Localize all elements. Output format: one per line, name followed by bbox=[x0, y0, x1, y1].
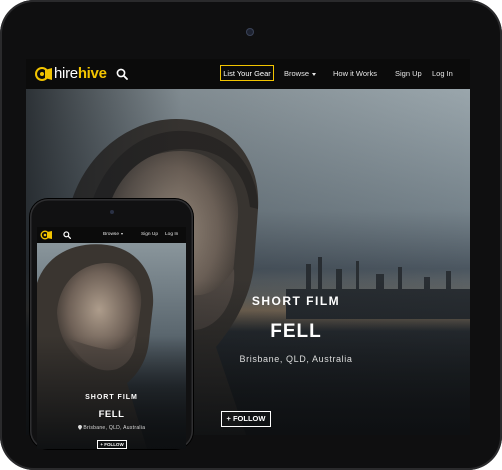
phone-hero-location-text: Brisbane, QLD, Australia bbox=[83, 425, 146, 431]
brand-hive: hive bbox=[77, 65, 107, 82]
phone-nav-browse-label: Browse bbox=[103, 232, 119, 237]
nav-browse-label: Browse bbox=[284, 69, 310, 78]
phone-device: SHORT FILM FELL Brisbane, QLD, Australia… bbox=[30, 199, 193, 449]
phone-nav-browse[interactable]: Browse bbox=[103, 231, 123, 239]
search-icon[interactable] bbox=[63, 231, 71, 239]
chevron-down-icon bbox=[121, 232, 123, 235]
phone-navbar: Browse Sign Up Log In bbox=[37, 227, 186, 243]
phone-nav-log-in[interactable]: Log In bbox=[165, 231, 178, 239]
phone-hero-category: SHORT FILM bbox=[85, 394, 138, 401]
follow-button[interactable]: + FOLLOW bbox=[221, 411, 271, 427]
tablet-navbar: hire hive List Your Gear Browse How it Wo… bbox=[26, 59, 470, 89]
nav-how-it-works[interactable]: How it Works bbox=[333, 68, 377, 80]
nav-browse[interactable]: Browse bbox=[284, 68, 317, 80]
phone-nav-sign-up[interactable]: Sign Up bbox=[141, 231, 158, 239]
hero-location: Brisbane, QLD, Australia bbox=[239, 354, 353, 364]
hero-category: SHORT FILM bbox=[251, 294, 341, 308]
nav-log-in[interactable]: Log In bbox=[432, 68, 453, 80]
logo-icon bbox=[35, 67, 52, 81]
phone-hero-location: Brisbane, QLD, Australia bbox=[37, 425, 186, 431]
logo-icon[interactable] bbox=[40, 230, 58, 240]
camera-icon bbox=[246, 28, 254, 36]
phone-follow-button[interactable]: + FOLLOW bbox=[97, 440, 127, 449]
location-pin-icon bbox=[77, 425, 82, 431]
list-your-gear-button[interactable]: List Your Gear bbox=[220, 65, 274, 81]
nav-sign-up[interactable]: Sign Up bbox=[395, 68, 422, 80]
camera-icon bbox=[110, 210, 114, 214]
phone-screen: SHORT FILM FELL Brisbane, QLD, Australia… bbox=[37, 227, 186, 449]
brand-hire: hire bbox=[54, 65, 78, 82]
chevron-down-icon bbox=[312, 72, 317, 76]
phone-hero-image: SHORT FILM FELL Brisbane, QLD, Australia… bbox=[37, 243, 186, 449]
brand-logo[interactable]: hire hive bbox=[34, 66, 107, 82]
phone-hero-title: FELL bbox=[98, 409, 125, 420]
hero-title: FELL bbox=[270, 321, 322, 342]
search-icon[interactable] bbox=[116, 68, 128, 80]
